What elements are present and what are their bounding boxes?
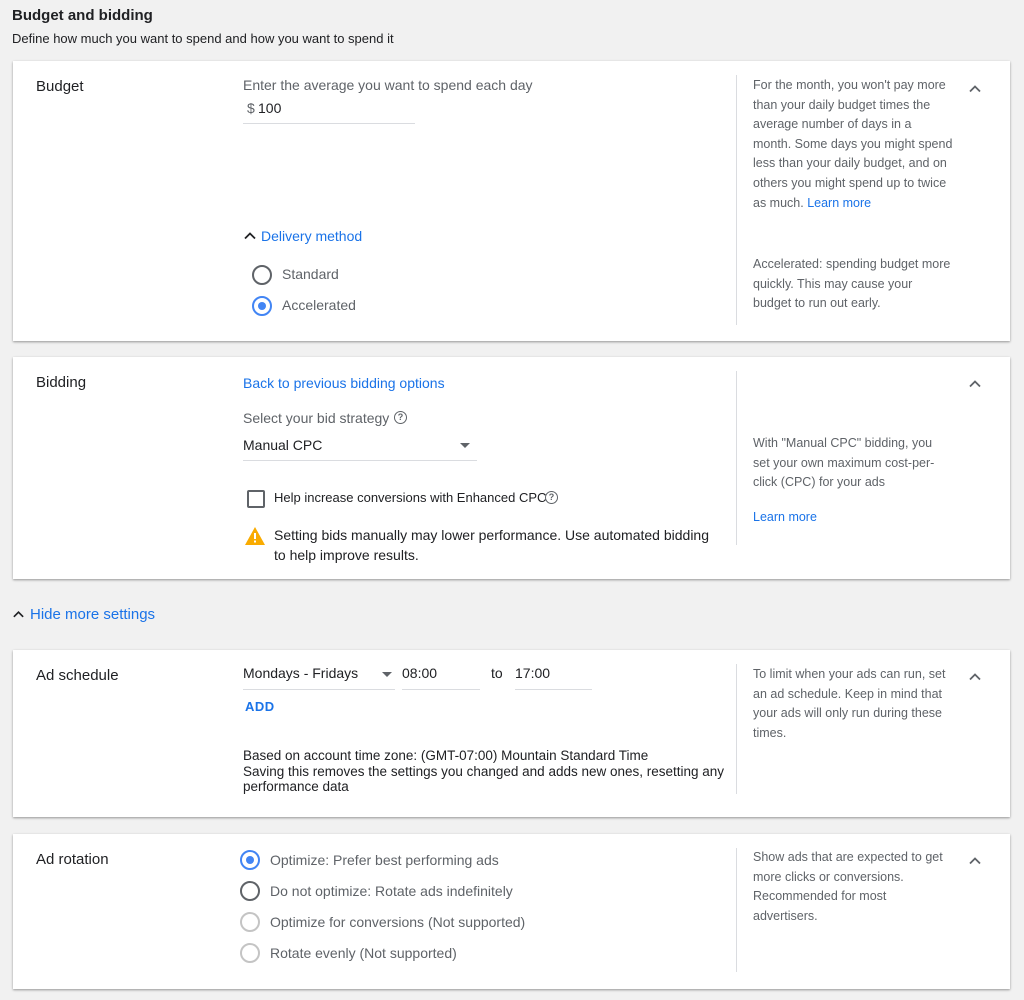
- ad-schedule-help: To limit when your ads can run, set an a…: [753, 667, 946, 740]
- radio-accelerated-label: Accelerated: [282, 297, 356, 313]
- radio-rotate-evenly-label: Rotate evenly (Not supported): [270, 945, 457, 961]
- bid-strategy-prompt: Select your bid strategy: [243, 410, 390, 426]
- help-divider: [736, 371, 737, 545]
- collapse-chevron-up-icon[interactable]: [965, 374, 985, 394]
- chevron-up-icon: [13, 610, 24, 618]
- budget-input[interactable]: $ 100: [243, 99, 415, 123]
- radio-rotate-evenly: [240, 943, 260, 963]
- radio-accelerated[interactable]: [252, 296, 272, 316]
- collapse-chevron-up-icon[interactable]: [965, 667, 985, 687]
- bidding-help: With "Manual CPC" bidding, you set your …: [753, 436, 935, 490]
- currency-symbol: $: [247, 100, 255, 116]
- delivery-method-label: Delivery method: [261, 228, 363, 244]
- help-divider: [736, 75, 737, 325]
- budget-prompt: Enter the average you want to spend each…: [243, 77, 533, 93]
- manual-bidding-warning: Setting bids manually may lower performa…: [274, 527, 710, 563]
- budget-card: Budget Enter the average you want to spe…: [13, 61, 1010, 341]
- bidding-card: Bidding Back to previous bidding options…: [13, 357, 1010, 579]
- collapse-chevron-up-icon[interactable]: [965, 851, 985, 871]
- collapse-chevron-up-icon[interactable]: [965, 79, 985, 99]
- radio-do-not-optimize[interactable]: [240, 881, 260, 901]
- ad-rotation-help: Show ads that are expected to get more c…: [753, 850, 943, 923]
- hide-more-settings-label: Hide more settings: [30, 606, 156, 623]
- start-time-value: 08:00: [402, 665, 438, 681]
- ad-rotation-card: Ad rotation Optimize: Prefer best perfor…: [13, 834, 1010, 989]
- budget-input-underline: [243, 123, 415, 124]
- back-to-bidding-link[interactable]: Back to previous bidding options: [243, 375, 445, 391]
- budget-label: Budget: [36, 78, 84, 95]
- start-time-input[interactable]: 08:00: [402, 663, 480, 689]
- bid-strategy-select[interactable]: Manual CPC: [243, 435, 477, 461]
- radio-optimize-conversions: [240, 912, 260, 932]
- budget-help-text: For the month, you won't pay more than y…: [753, 78, 953, 210]
- ad-rotation-label: Ad rotation: [36, 851, 109, 868]
- delivery-help: Accelerated: spending budget more quickl…: [753, 257, 951, 311]
- bidding-learn-more-link[interactable]: Learn more: [753, 510, 817, 524]
- help-divider: [736, 848, 737, 972]
- chevron-up-icon: [244, 232, 256, 240]
- help-icon[interactable]: ?: [545, 491, 558, 504]
- bidding-label: Bidding: [36, 374, 87, 391]
- budget-help: For the month, you won't pay more than y…: [753, 76, 953, 213]
- help-icon[interactable]: ?: [394, 411, 407, 424]
- ad-schedule-card: Ad schedule Mondays - Fridays 08:00 to 1…: [13, 650, 1010, 817]
- radio-optimize-conversions-label: Optimize for conversions (Not supported): [270, 914, 526, 930]
- bid-strategy-underline: [243, 460, 477, 461]
- radio-standard-label: Standard: [282, 266, 339, 282]
- days-select[interactable]: Mondays - Fridays: [243, 663, 395, 689]
- radio-optimize-best-label: Optimize: Prefer best performing ads: [270, 852, 499, 868]
- warning-icon: [245, 527, 265, 545]
- days-value: Mondays - Fridays: [243, 665, 359, 681]
- schedule-notes: Based on account time zone: (GMT-07:00) …: [243, 748, 733, 795]
- dropdown-caret-icon: [460, 443, 470, 448]
- end-time-value: 17:00: [515, 665, 551, 681]
- add-schedule-button[interactable]: ADD: [245, 699, 275, 714]
- bid-strategy-value: Manual CPC: [243, 437, 323, 453]
- timezone-note: Based on account time zone: (GMT-07:00) …: [243, 748, 649, 763]
- end-time-input[interactable]: 17:00: [515, 663, 592, 689]
- help-divider: [736, 664, 737, 794]
- enhanced-cpc-checkbox[interactable]: [247, 490, 265, 508]
- start-time-underline: [402, 689, 480, 690]
- budget-learn-more-link[interactable]: Learn more: [807, 196, 871, 210]
- page-title: Budget and bidding: [12, 7, 153, 24]
- radio-do-not-optimize-label: Do not optimize: Rotate ads indefinitely: [270, 883, 513, 899]
- radio-standard[interactable]: [252, 265, 272, 285]
- enhanced-cpc-label: Help increase conversions with Enhanced …: [274, 490, 547, 505]
- dropdown-caret-icon: [382, 672, 392, 677]
- to-label: to: [491, 665, 503, 681]
- radio-optimize-best[interactable]: [240, 850, 260, 870]
- budget-amount: 100: [258, 100, 282, 116]
- ad-schedule-label: Ad schedule: [36, 667, 119, 684]
- reset-note: Saving this removes the settings you cha…: [243, 763, 725, 795]
- page-subtitle: Define how much you want to spend and ho…: [12, 31, 394, 46]
- end-time-underline: [515, 689, 592, 690]
- days-underline: [243, 689, 395, 690]
